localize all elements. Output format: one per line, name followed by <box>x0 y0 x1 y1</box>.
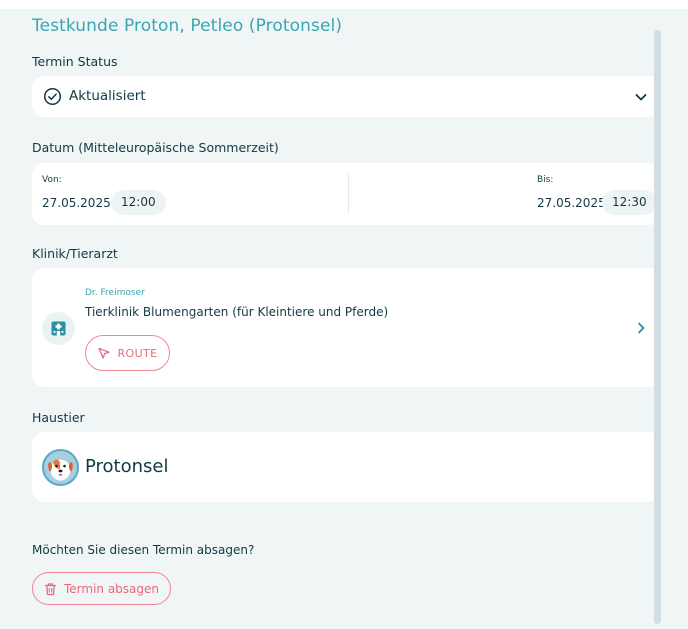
trash-icon <box>44 582 57 595</box>
cancel-question: Möchten Sie diesen Termin absagen? <box>32 543 255 557</box>
route-label: ROUTE <box>117 346 158 360</box>
date-range-card: Von: 27.05.2025 12:00 Bis: 27.05.2025 12… <box>32 163 661 225</box>
navigation-arrow-icon <box>98 347 111 359</box>
cancel-button-label: Termin absagen <box>63 581 160 596</box>
date-divider <box>348 174 349 213</box>
status-value: Aktualisiert <box>69 88 146 104</box>
clinic-label: Klinik/Tierarzt <box>32 246 118 261</box>
from-label: Von: <box>42 175 62 185</box>
vet-name: Dr. Freimoser <box>85 288 145 298</box>
to-label: Bis: <box>537 175 554 185</box>
pet-name: Protonsel <box>85 456 169 477</box>
scrollbar[interactable] <box>654 30 661 624</box>
dog-avatar-icon <box>42 449 79 486</box>
to-time[interactable]: 12:30 <box>602 190 657 215</box>
scrollbar-thumb[interactable] <box>654 30 661 624</box>
route-button[interactable]: ROUTE <box>85 335 170 371</box>
check-circle-icon <box>43 87 62 106</box>
clinic-icon-wrap <box>42 312 75 345</box>
from-date[interactable]: 27.05.2025 <box>42 196 111 210</box>
clinic-card[interactable]: Dr. Freimoser Tierklinik Blumengarten (f… <box>32 268 661 387</box>
top-band <box>0 0 688 9</box>
clinic-name: Tierklinik Blumengarten (für Kleintiere … <box>85 305 389 319</box>
hospital-icon <box>51 321 66 336</box>
chevron-down-icon <box>635 94 647 101</box>
cancel-appointment-button[interactable]: Termin absagen <box>32 572 171 605</box>
page-title: Testkunde Proton, Petleo (Protonsel) <box>32 16 343 36</box>
chevron-right-icon[interactable] <box>635 321 647 335</box>
pet-card[interactable]: Protonsel <box>32 432 661 502</box>
date-label: Datum (Mitteleuropäische Sommerzeit) <box>32 140 279 155</box>
from-time[interactable]: 12:00 <box>111 190 166 215</box>
status-select[interactable]: Aktualisiert <box>32 76 661 117</box>
to-date[interactable]: 27.05.2025 <box>537 196 606 210</box>
pet-label: Haustier <box>32 410 85 425</box>
status-label: Termin Status <box>32 54 118 69</box>
